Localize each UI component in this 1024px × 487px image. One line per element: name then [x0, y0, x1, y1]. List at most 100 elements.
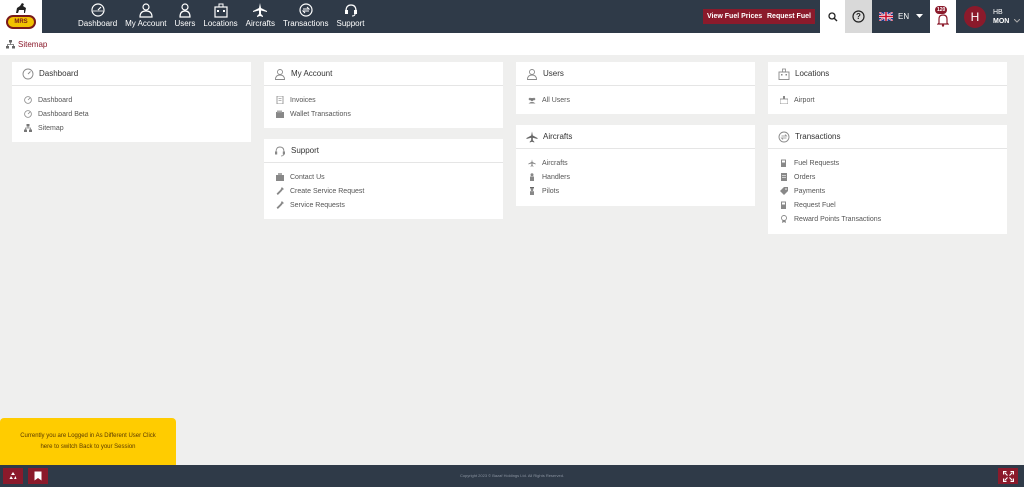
card-my-account: My Account Invoices Wallet Transactions	[264, 62, 503, 128]
nav-label: Locations	[203, 19, 238, 28]
dashboard-icon	[24, 96, 32, 104]
nav-label: Users	[174, 19, 196, 28]
sitemap-icon	[6, 39, 15, 48]
nav-locations[interactable]: Locations	[199, 0, 241, 33]
language-label: EN	[898, 12, 910, 21]
award-icon	[781, 215, 787, 223]
notice-line-1: Currently you are Logged in As Different…	[20, 432, 156, 439]
user-name: HB	[993, 8, 1003, 16]
link-reward-points-transactions[interactable]: Reward Points Transactions	[780, 212, 1007, 226]
user-icon	[527, 68, 537, 80]
link-airport[interactable]: Airport	[780, 93, 1007, 107]
breadcrumb-current[interactable]: Sitemap	[18, 40, 47, 49]
link-wallet-transactions[interactable]: Wallet Transactions	[276, 107, 503, 121]
link-invoices[interactable]: Invoices	[276, 93, 503, 107]
nav-my-account[interactable]: My Account	[121, 0, 170, 33]
search-button[interactable]	[820, 0, 845, 33]
link-label: Sitemap	[38, 124, 64, 132]
caret-down-icon	[916, 14, 924, 18]
airport-icon	[780, 96, 788, 104]
uk-flag-icon	[879, 12, 893, 21]
link-aircrafts[interactable]: Aircrafts	[528, 156, 755, 170]
link-label: Pilots	[542, 187, 560, 195]
link-request-fuel[interactable]: Request Fuel	[780, 198, 1007, 212]
dashboard-icon	[24, 110, 32, 118]
link-handlers[interactable]: Handlers	[528, 170, 755, 184]
card-users: Users All Users	[516, 62, 755, 114]
link-create-service-request[interactable]: Create Service Request	[276, 184, 503, 198]
language-selector[interactable]: EN	[872, 0, 930, 33]
nav-aircrafts[interactable]: Aircrafts	[242, 0, 279, 33]
link-label: Reward Points Transactions	[794, 215, 882, 223]
nav-label: Transactions	[282, 19, 329, 28]
fuel-icon	[781, 201, 786, 209]
user-menu[interactable]: H HB MON	[956, 0, 1024, 33]
link-label: Dashboard Beta	[38, 110, 89, 118]
tag-icon	[780, 187, 788, 195]
breadcrumb: Sitemap	[0, 33, 1024, 55]
logo[interactable]: MRS	[0, 0, 42, 33]
user-icon	[275, 68, 285, 80]
link-contact-us[interactable]: Contact Us	[276, 170, 503, 184]
plane-icon	[253, 3, 268, 17]
nav-label: Dashboard	[78, 19, 118, 28]
building-icon	[213, 3, 228, 18]
link-label: Handlers	[542, 173, 571, 181]
search-icon	[827, 11, 837, 21]
link-label: Request Fuel	[794, 201, 836, 209]
link-label: Airport	[794, 96, 815, 104]
card-locations: Locations Airport	[768, 62, 1007, 114]
link-orders[interactable]: Orders	[780, 170, 1007, 184]
link-dashboard-beta[interactable]: Dashboard Beta	[24, 107, 251, 121]
card-title: Users	[543, 69, 564, 78]
users-group-icon	[528, 97, 536, 104]
users-icon	[179, 3, 191, 18]
nav-users[interactable]: Users	[171, 0, 200, 33]
link-label: Create Service Request	[290, 187, 365, 195]
building-icon	[778, 68, 790, 80]
pilot-icon	[530, 187, 534, 195]
card-aircrafts: Aircrafts Aircrafts Handlers Pilots	[516, 125, 755, 206]
link-dashboard[interactable]: Dashboard	[24, 93, 251, 107]
fullscreen-button[interactable]	[998, 468, 1018, 484]
bell-icon	[937, 13, 949, 27]
tools-icon	[276, 201, 284, 209]
link-label: Fuel Requests	[794, 159, 840, 167]
link-service-requests[interactable]: Service Requests	[276, 198, 503, 212]
wallet-icon	[276, 110, 284, 118]
nav-dashboard[interactable]: Dashboard	[74, 0, 121, 33]
user-icon	[139, 3, 153, 18]
link-pilots[interactable]: Pilots	[528, 184, 755, 198]
nav-support[interactable]: Support	[332, 0, 368, 33]
view-fuel-prices-button[interactable]: View Fuel Prices	[703, 9, 767, 24]
orders-icon	[781, 173, 787, 181]
nav-label: Aircrafts	[245, 19, 275, 28]
card-support: Support Contact Us Create Service Reques…	[264, 139, 503, 219]
link-label: Aircrafts	[542, 159, 568, 167]
main-nav: Dashboard My Account Users Locations Air…	[74, 0, 369, 33]
link-payments[interactable]: Payments	[780, 184, 1007, 198]
exchange-icon	[299, 3, 313, 17]
notifications-button[interactable]: 120	[930, 0, 956, 33]
link-label: Wallet Transactions	[290, 110, 351, 118]
nav-transactions[interactable]: Transactions	[279, 0, 333, 33]
dashboard-icon	[22, 68, 34, 79]
request-fuel-button[interactable]: Request Fuel	[763, 9, 815, 24]
link-sitemap[interactable]: Sitemap	[24, 121, 251, 135]
fuel-icon	[781, 159, 786, 167]
tools-icon	[276, 187, 284, 195]
link-all-users[interactable]: All Users	[528, 93, 755, 107]
exchange-icon	[778, 131, 790, 142]
link-label: Orders	[794, 173, 816, 181]
link-fuel-requests[interactable]: Fuel Requests	[780, 156, 1007, 170]
link-label: Payments	[794, 187, 826, 195]
notification-count-badge: 120	[935, 6, 948, 14]
help-button[interactable]: ?	[845, 0, 872, 33]
nav-label: Support	[336, 19, 365, 28]
top-bar: MRS Dashboard My Account Users Locations…	[0, 0, 1024, 33]
dashboard-icon	[90, 3, 105, 17]
user-org: MON	[993, 17, 1010, 25]
sitemap-icon	[24, 124, 32, 132]
switch-user-notice[interactable]: Currently you are Logged in As Different…	[0, 418, 176, 465]
handler-icon	[530, 173, 534, 181]
